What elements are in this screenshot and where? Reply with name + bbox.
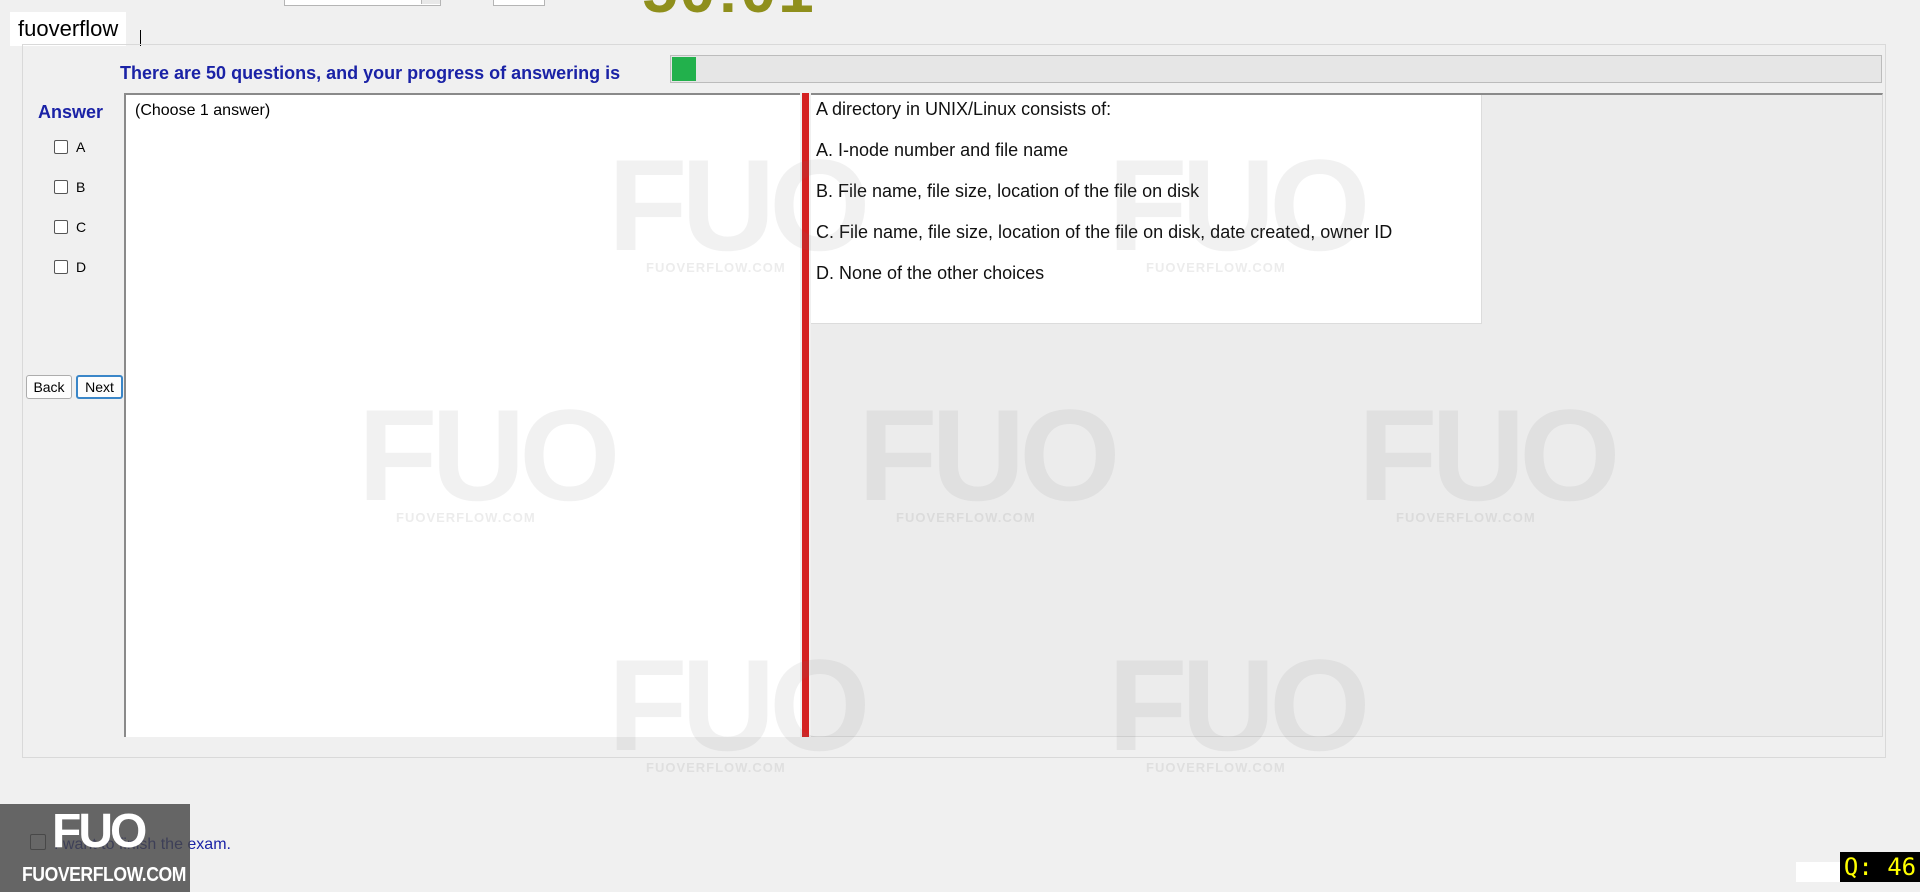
watermark-logo: FUO [608,632,870,778]
fuo-logo-icon: FUO [52,805,147,858]
watermark-logo: FUO [608,132,870,278]
option-label-d: D [76,259,87,275]
watermark-text: FUOVERFLOW.COM [1396,510,1536,525]
progress-bar [670,55,1882,83]
question-stem: A directory in UNIX/Linux consists of: [816,99,1112,119]
progress-label: There are 50 questions, and your progres… [120,63,621,83]
watermark-logo: FUO [1108,632,1370,778]
next-button[interactable]: Next [76,375,123,399]
exam-code-combobox[interactable] [284,0,441,6]
watermark-text: FUOVERFLOW.COM [646,260,786,275]
watermark-logo: FUO [358,382,620,528]
watermark-logo: FUO [858,382,1120,528]
option-label-c: C [76,219,87,235]
answer-option-d[interactable]: D [54,257,114,277]
watermark-logo: FUO [1358,382,1620,528]
app-title: fuoverflow [10,12,127,46]
checkbox-a[interactable] [54,140,68,154]
choose-instructions: (Choose 1 answer) [135,102,271,119]
answer-option-b[interactable]: B [54,177,114,197]
option-label-b: B [76,179,86,195]
checkbox-c[interactable] [54,220,68,234]
checkbox-d[interactable] [54,260,68,274]
combobox-dropdown-button[interactable] [421,0,440,4]
answer-heading: Answer [38,102,104,122]
answer-option-c[interactable]: C [54,217,114,237]
answer-option-a[interactable]: A [54,137,114,157]
watermark-text: FUOVERFLOW.COM [1146,260,1286,275]
back-button[interactable]: Back [26,375,72,399]
font-size-spinner[interactable] [493,0,545,6]
watermark-text: FUOVERFLOW.COM [1146,760,1286,775]
watermark-text: FUOVERFLOW.COM [646,760,786,775]
watermark-text: FUOVERFLOW.COM [396,510,536,525]
watermark-logo: FUO [1108,132,1370,278]
checkbox-b[interactable] [54,180,68,194]
countdown-timer: 50:01 [642,0,816,22]
logo-text: FUOVERFLOW.COM [22,864,186,886]
watermark-text: FUOVERFLOW.COM [896,510,1036,525]
hidden-field [1796,862,1840,882]
question-number-badge: Q: 46 [1840,852,1920,882]
progress-bar-fill [672,57,696,81]
option-label-a: A [76,139,86,155]
